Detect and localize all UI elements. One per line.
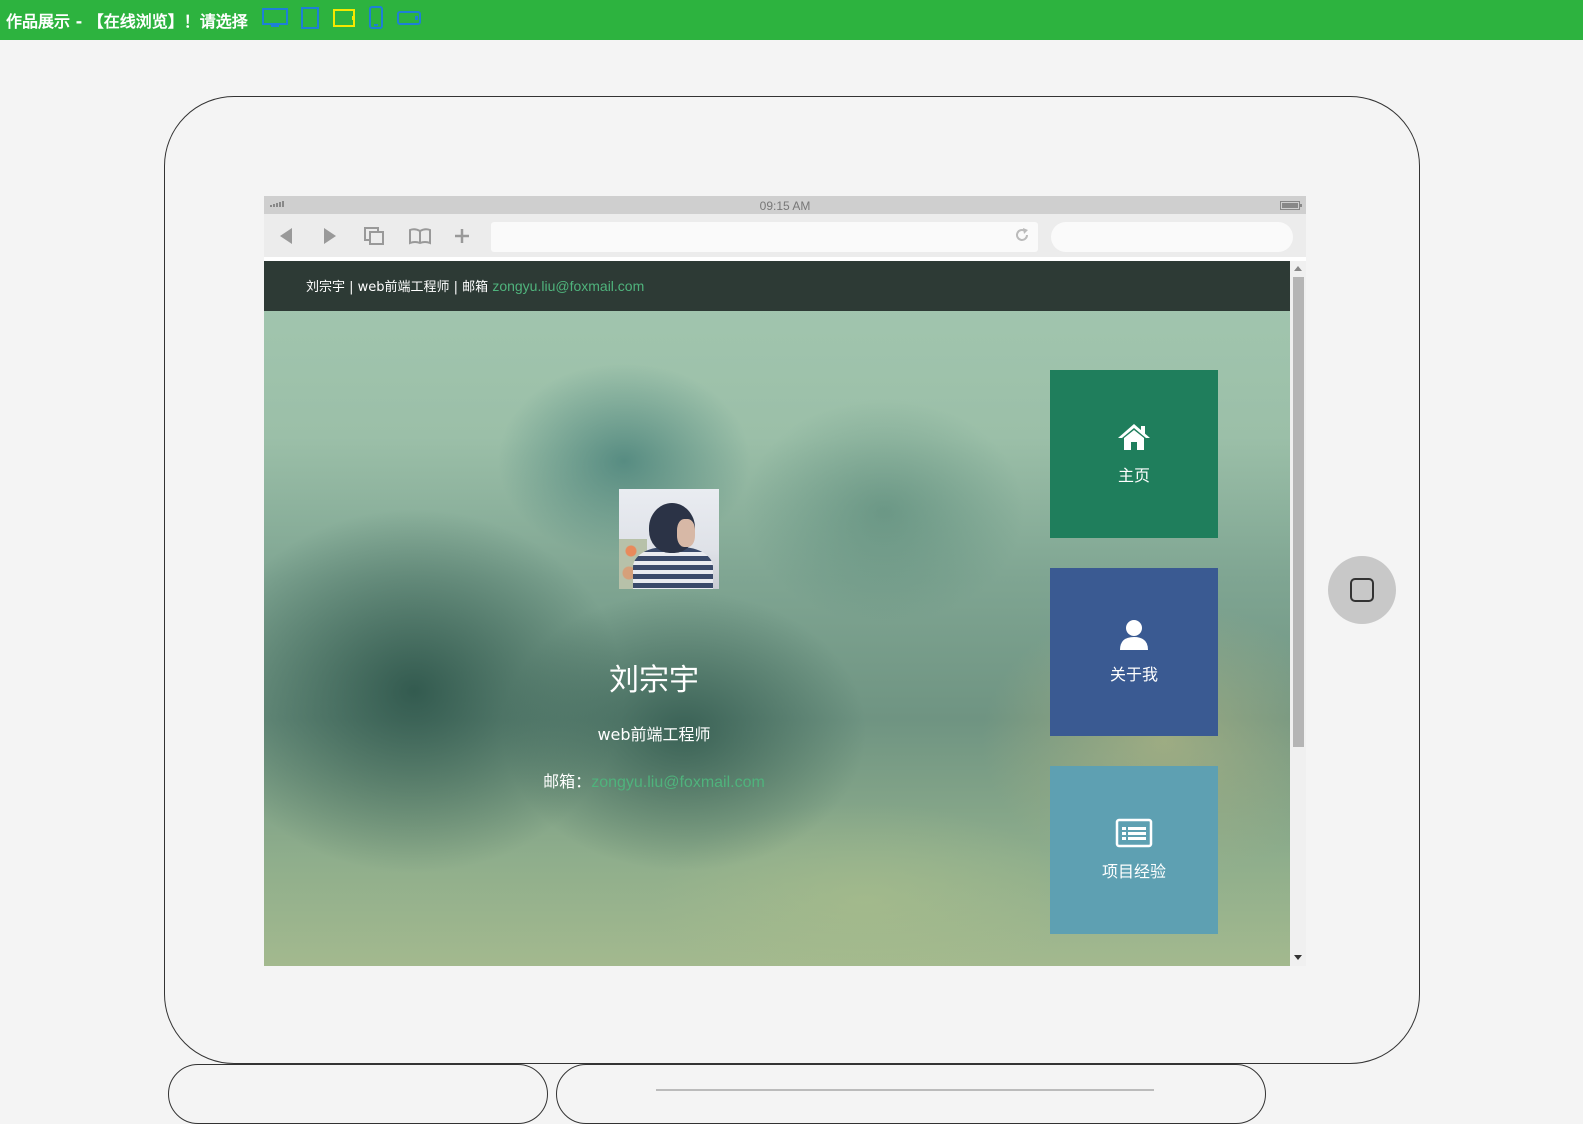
scroll-up-icon[interactable] [1294, 266, 1302, 271]
tile-home[interactable]: 主页 [1050, 370, 1218, 538]
profile-role: web前端工程师 [597, 725, 711, 744]
list-icon [1115, 818, 1153, 848]
tablet-screen: 09:15 AM 刘宗宇 | web前端工程师 | 邮箱 zongyu.liu@… [264, 196, 1306, 966]
website-viewport: 刘宗宇 | web前端工程师 | 邮箱 zongyu.liu@foxmail.c… [264, 261, 1290, 966]
bottom-device-frame-left [168, 1064, 548, 1124]
url-input[interactable] [491, 222, 1038, 252]
tile-projects[interactable]: 项目经验 [1050, 766, 1218, 934]
avatar [619, 489, 719, 589]
battery-icon [1280, 201, 1302, 210]
desktop-icon[interactable] [261, 7, 288, 33]
user-icon [1120, 620, 1148, 650]
reload-icon[interactable] [1014, 227, 1030, 247]
phone-portrait-icon[interactable] [368, 6, 384, 34]
email-label: 邮箱： [543, 772, 592, 791]
home-button-icon [1350, 578, 1374, 602]
device-selector [261, 6, 434, 34]
scroll-down-icon[interactable] [1294, 955, 1302, 960]
bottom-device-frame-right [556, 1064, 1266, 1124]
search-input[interactable] [1051, 222, 1293, 252]
page-title: 作品展示 - 【在线浏览】！请选择 [6, 12, 248, 31]
header-text: 刘宗宇 | web前端工程师 | 邮箱 [306, 280, 493, 295]
top-bar: 作品展示 - 【在线浏览】！请选择 [0, 0, 1583, 40]
phone-landscape-icon[interactable] [396, 9, 422, 31]
browser-toolbar [264, 214, 1306, 257]
tile-about[interactable]: 关于我 [1050, 568, 1218, 736]
home-button[interactable] [1328, 556, 1396, 624]
forward-icon[interactable] [318, 224, 342, 248]
tablet-portrait-icon[interactable] [300, 6, 320, 34]
email-link[interactable]: zongyu.liu@foxmail.com [591, 774, 765, 791]
tabs-icon[interactable] [362, 224, 386, 248]
add-tab-icon[interactable] [450, 224, 474, 248]
scroll-thumb[interactable] [1293, 277, 1304, 747]
tile-projects-label: 项目经验 [1101, 862, 1166, 881]
profile-name: 刘宗宇 [609, 663, 699, 698]
back-icon[interactable] [274, 224, 298, 248]
home-icon [1118, 424, 1150, 450]
bookmarks-icon[interactable] [408, 224, 432, 248]
scrollbar[interactable] [1290, 261, 1306, 966]
header-email-link[interactable]: zongyu.liu@foxmail.com [492, 278, 644, 294]
profile-email: 邮箱：zongyu.liu@foxmail.com [484, 768, 824, 792]
tile-home-label: 主页 [1117, 466, 1150, 485]
tile-about-label: 关于我 [1109, 665, 1158, 684]
status-time: 09:15 AM [759, 199, 811, 213]
tablet-landscape-icon[interactable] [332, 8, 356, 32]
site-header: 刘宗宇 | web前端工程师 | 邮箱 zongyu.liu@foxmail.c… [264, 261, 1290, 311]
status-bar: 09:15 AM [264, 196, 1306, 214]
signal-icon [270, 201, 284, 207]
